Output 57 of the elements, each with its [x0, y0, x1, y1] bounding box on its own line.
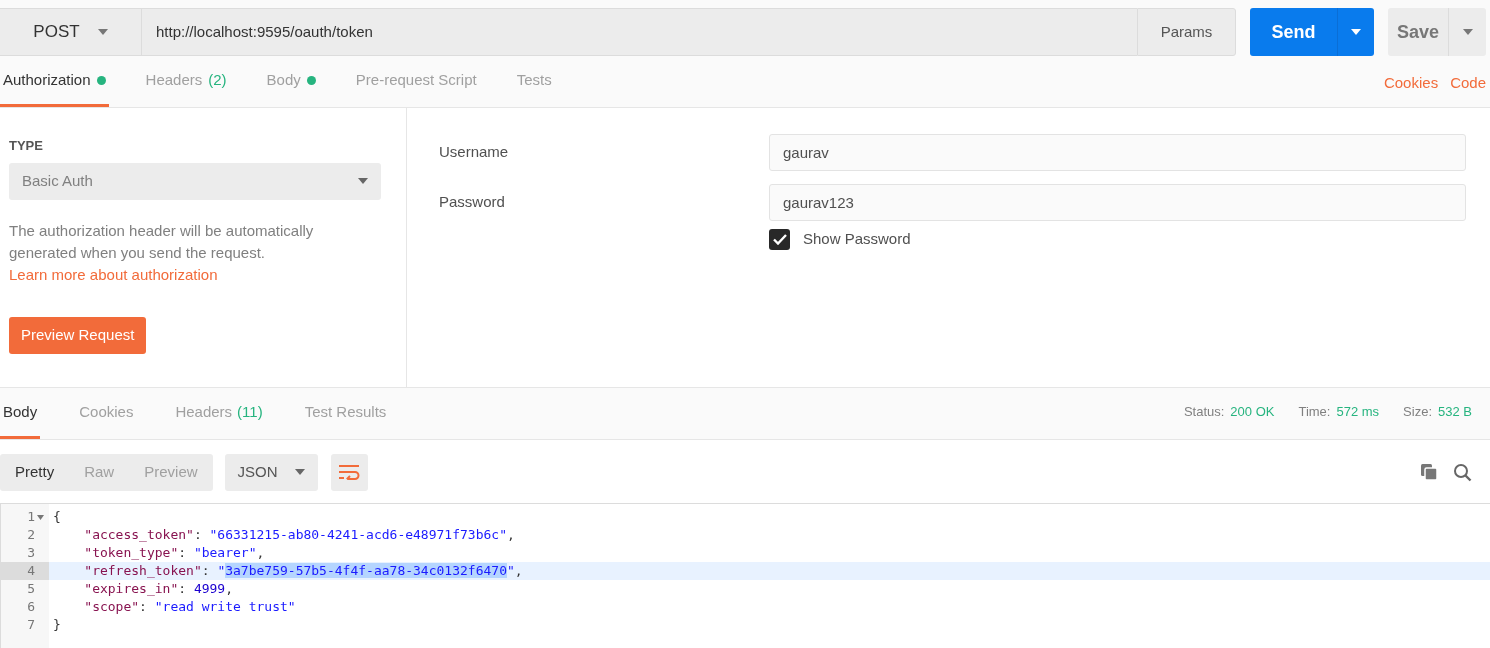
stat-value: 200 OK [1230, 402, 1275, 421]
wrap-lines-button[interactable] [330, 453, 368, 491]
request-tab[interactable]: Body [263, 56, 319, 107]
caret-icon [1462, 29, 1473, 35]
stat-label: Status: [1183, 402, 1225, 421]
stat-value: 572 ms [1336, 402, 1380, 421]
show-password-checkbox[interactable] [769, 228, 790, 250]
field-label: Password [439, 192, 506, 213]
request-tab[interactable]: Headers (2) [142, 56, 230, 107]
request-tab[interactable]: Tests [513, 56, 555, 107]
view-mode-tab[interactable]: Raw [69, 453, 130, 491]
params-button[interactable]: Params [1137, 8, 1236, 56]
line-number: 7 [27, 616, 35, 634]
line-number: 2 [27, 526, 35, 544]
header-link[interactable]: Code [1450, 72, 1486, 95]
line-number: 6 [27, 598, 35, 616]
response-tab[interactable]: Test Results [301, 388, 390, 439]
code-line: "expires_in": 4999, [83, 580, 235, 598]
response-tab[interactable]: Headers (11) [172, 388, 266, 439]
view-mode-tab[interactable]: Pretty [0, 453, 70, 491]
method-dropdown[interactable]: POST [0, 8, 142, 56]
code-line: "token_type": "bearer", [83, 544, 266, 562]
code-line: "scope": "read write trust" [83, 598, 297, 616]
response-tab[interactable]: Cookies [76, 388, 137, 439]
line-number: 3 [27, 544, 35, 562]
learn-more-link[interactable]: Learn more about authorization [9, 265, 218, 283]
header-link[interactable]: Cookies [1383, 72, 1439, 95]
text-input[interactable]: gaurav [769, 134, 1466, 171]
line-number: 5 [27, 580, 35, 598]
field-label: Username [439, 142, 510, 163]
checkbox-label: Show Password [803, 229, 911, 249]
stat-label: Size: [1403, 402, 1432, 421]
caret-icon [1351, 29, 1361, 35]
auth-type-dropdown[interactable]: Basic Auth [9, 162, 381, 200]
code-line: { [52, 508, 62, 526]
code-line: "access_token": "66331215-ab80-4241-acd6-e48971f73b6c", [83, 526, 516, 544]
checkmark-icon [772, 233, 787, 245]
type-label: TYPE [9, 137, 44, 155]
search-icon[interactable] [1453, 462, 1472, 482]
preview-request-button[interactable]: Preview Request [9, 316, 147, 354]
copy-icon[interactable] [1420, 463, 1438, 481]
code-line: } [52, 616, 62, 634]
caret-icon [358, 178, 368, 184]
request-tab[interactable]: Pre-request Script [352, 56, 480, 107]
stat-value: 532 B [1438, 402, 1472, 421]
format-dropdown[interactable]: JSON [224, 453, 318, 491]
view-mode-tab[interactable]: Preview [129, 453, 213, 491]
line-number: 4 [27, 562, 35, 580]
url-input[interactable]: http://localhost:9595/oauth/token [142, 8, 1137, 56]
auth-description: The authorization header will be automatically generated when you send the request. Learn more about authorization [9, 220, 315, 285]
wrap-icon [338, 464, 361, 480]
caret-icon [294, 469, 305, 475]
caret-icon [97, 29, 108, 35]
stat-label: Time: [1298, 402, 1331, 421]
line-number: 1 [27, 508, 35, 526]
text-input[interactable]: gaurav123 [769, 184, 1466, 221]
fold-caret-icon[interactable] [36, 514, 44, 520]
